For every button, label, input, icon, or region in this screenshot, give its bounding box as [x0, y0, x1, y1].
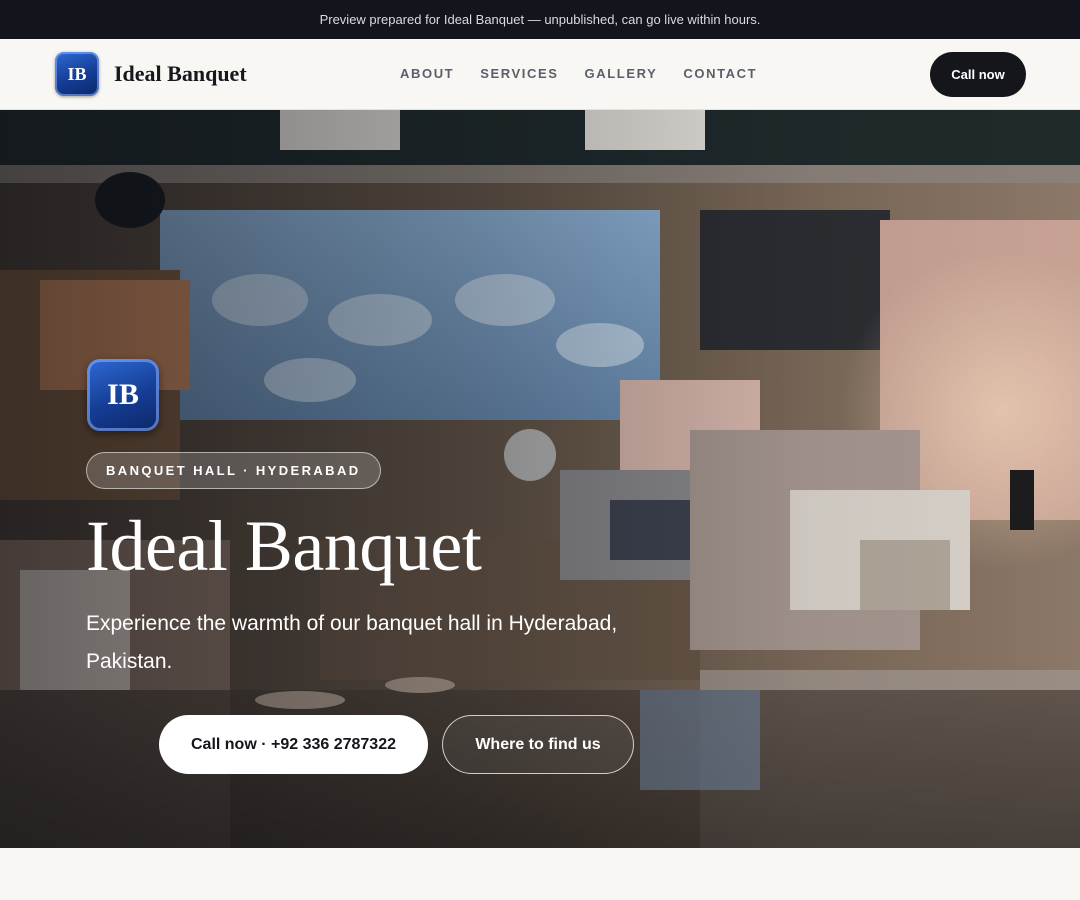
preview-notice-bar: Preview prepared for Ideal Banquet — unp…	[0, 0, 1080, 39]
site-header: IB Ideal Banquet ABOUT SERVICES GALLERY …	[0, 39, 1080, 110]
nav-link-about[interactable]: ABOUT	[400, 66, 454, 81]
nav-link-gallery[interactable]: GALLERY	[585, 66, 658, 81]
hero-title: Ideal Banquet	[86, 506, 482, 586]
hero-subtitle: Experience the warmth of our banquet hal…	[86, 612, 618, 673]
logo-initials: IB	[67, 63, 87, 84]
header-call-now-button[interactable]: Call now	[930, 52, 1026, 97]
call-now-phone-button[interactable]: Call now · +92 336 2787322	[159, 715, 428, 774]
hero-category-badge: BANQUET HALL · HYDERABAD	[86, 452, 381, 489]
nav-link-services[interactable]: SERVICES	[480, 66, 558, 81]
hero-logo-icon: IB	[87, 359, 159, 431]
brand-name[interactable]: Ideal Banquet	[114, 61, 247, 87]
brand-logo-icon[interactable]: IB	[55, 52, 99, 96]
main-nav: ABOUT SERVICES GALLERY CONTACT	[400, 66, 783, 81]
next-section	[0, 848, 1080, 900]
hero-section: IB BANQUET HALL · HYDERABAD Ideal Banque…	[0, 110, 1080, 848]
preview-notice-text: Preview prepared for Ideal Banquet — unp…	[319, 12, 761, 27]
hero-logo-initials: IB	[107, 378, 139, 411]
where-to-find-us-button[interactable]: Where to find us	[442, 715, 634, 774]
nav-link-contact[interactable]: CONTACT	[683, 66, 757, 81]
